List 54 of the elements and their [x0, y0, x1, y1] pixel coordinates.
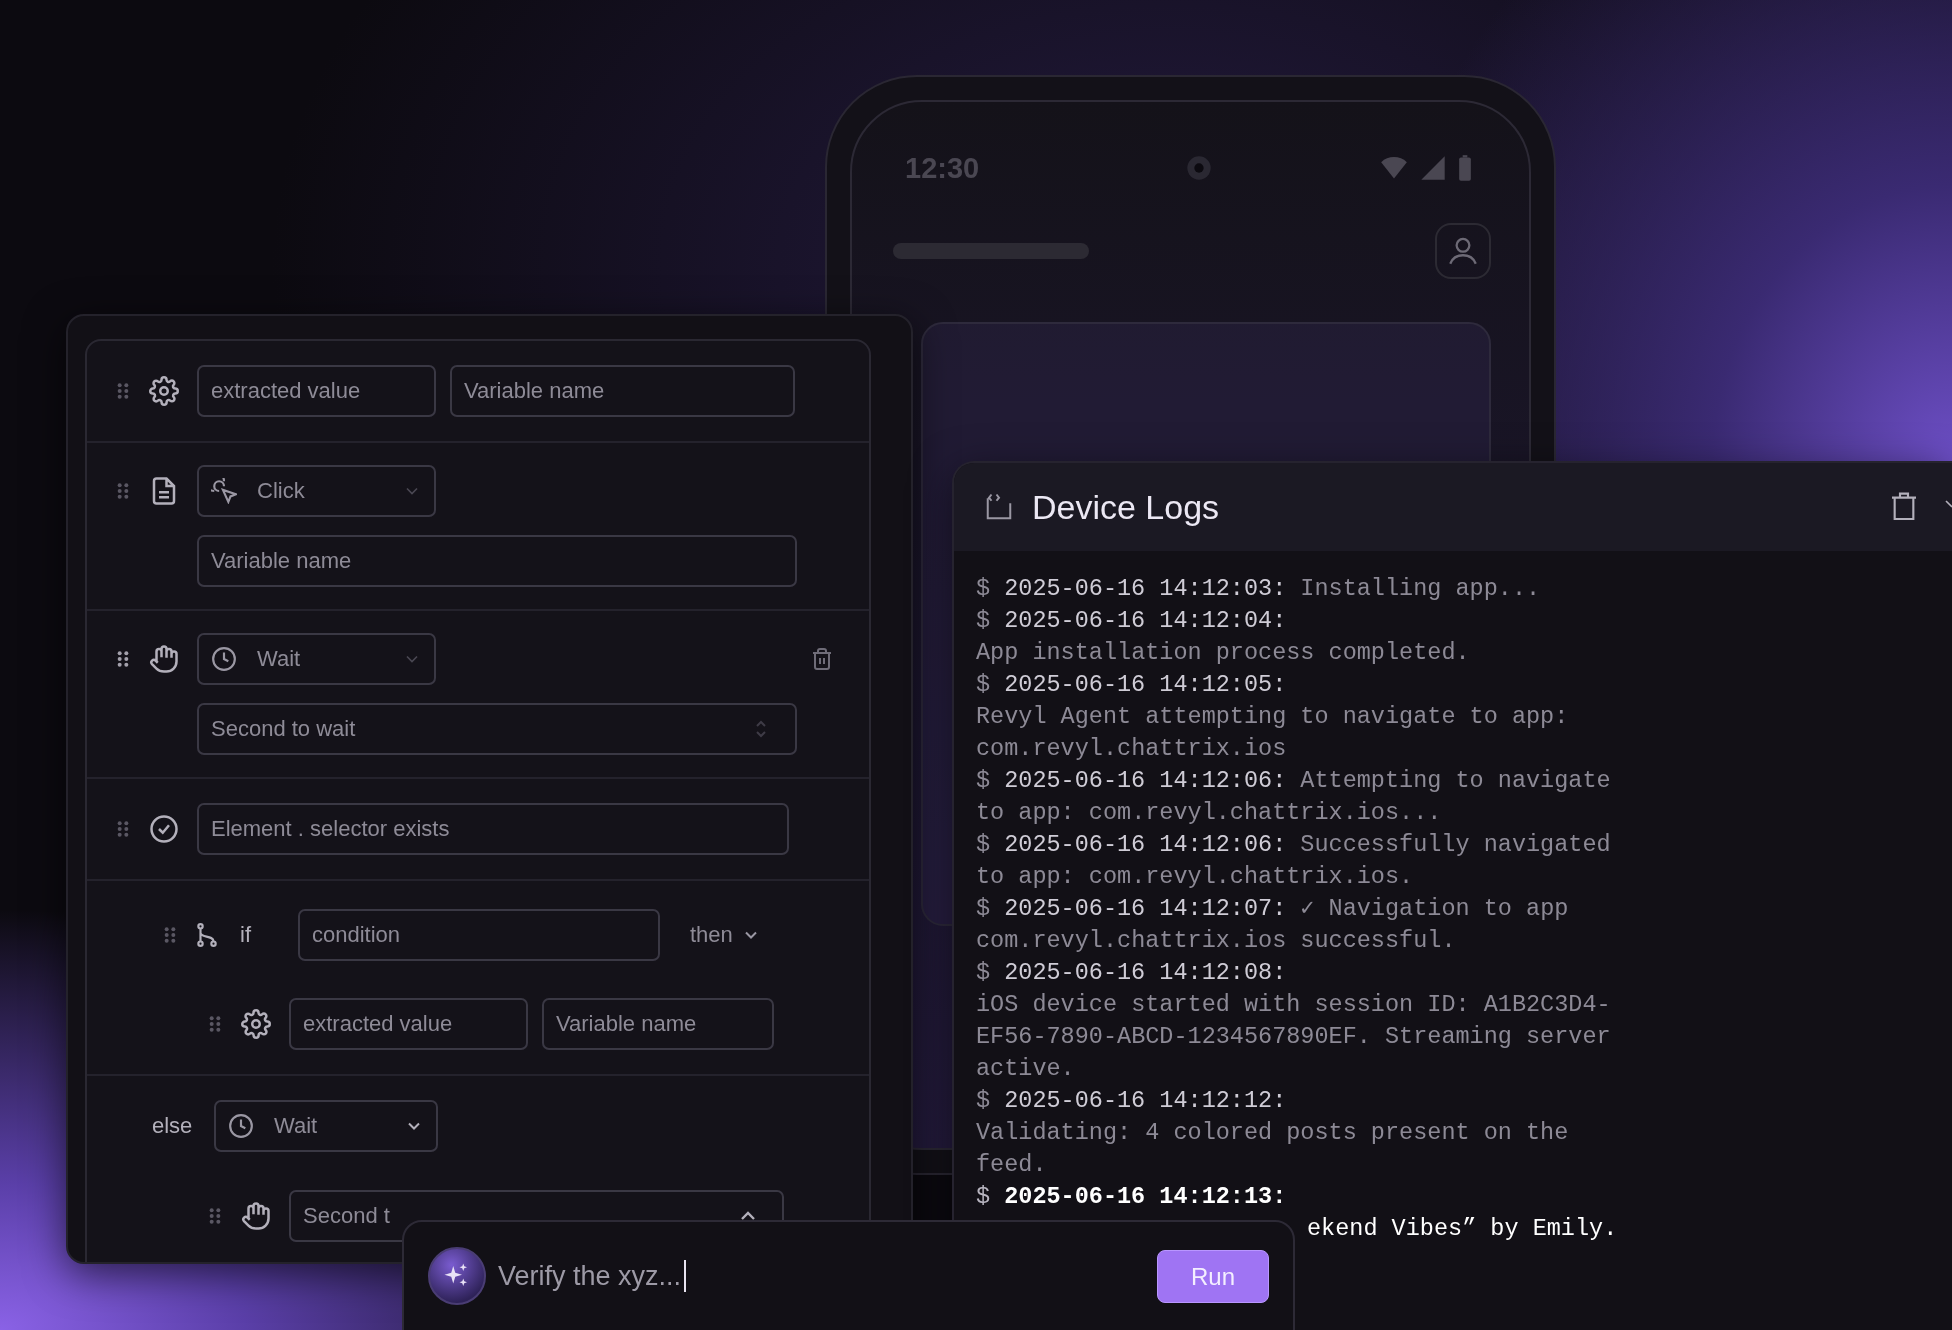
log-line: $ 2025-06-16 14:12:08:: [976, 958, 1287, 988]
log-line: $ 2025-06-16 14:12:12:: [976, 1086, 1287, 1116]
clock-icon: [228, 1113, 254, 1139]
if-label: if: [240, 922, 252, 948]
camera-icon: [1185, 154, 1213, 182]
battery-icon: [1457, 154, 1473, 182]
log-line: feed.: [976, 1150, 1047, 1180]
variable-name-field[interactable]: Variable name: [197, 535, 797, 587]
log-line: $ 2025-06-16 14:12:03: Installing app...: [976, 574, 1541, 604]
then-dropdown[interactable]: then: [690, 922, 761, 948]
log-line: Validating: 4 colored posts present on the: [976, 1118, 1569, 1148]
assertion-field[interactable]: Element . selector exists: [197, 803, 789, 855]
log-line: com.revyl.chattrix.ios: [976, 734, 1287, 764]
hand-icon: [149, 644, 179, 674]
branch-icon: [194, 922, 220, 948]
extracted-value-field[interactable]: extracted value: [197, 365, 436, 417]
log-line: EF56-7890-ABCD-1234567890EF. Streaming server: [976, 1022, 1611, 1052]
log-line: Revyl Agent attempting to navigate to app:: [976, 702, 1569, 732]
log-line: com.revyl.chattrix.ios successful.: [976, 926, 1456, 956]
log-line: $ 2025-06-16 14:12:13:: [976, 1182, 1287, 1212]
action-select[interactable]: Click: [197, 465, 436, 517]
else-label: else: [152, 1113, 194, 1139]
run-button[interactable]: Run: [1157, 1250, 1269, 1303]
log-line: $ 2025-06-16 14:12:04:: [976, 606, 1287, 636]
log-line: ekend Vibes” by Emily.: [1307, 1214, 1618, 1244]
log-line: iOS device started with session ID: A1B2C3D4-: [976, 990, 1611, 1020]
condition-field[interactable]: condition: [298, 909, 660, 961]
log-line: $ 2025-06-16 14:12:07: ✓ Navigation to app: [976, 894, 1569, 924]
extracted-value-field[interactable]: extracted value: [289, 998, 528, 1050]
delete-icon[interactable]: [810, 647, 834, 671]
variable-name-field[interactable]: Variable name: [450, 365, 795, 417]
action-select[interactable]: Wait: [214, 1100, 438, 1152]
gear-icon: [149, 376, 179, 406]
signal-icon: [1419, 154, 1447, 182]
panel-title: Device Logs: [1032, 487, 1220, 527]
log-line: active.: [976, 1054, 1075, 1084]
log-line: to app: com.revyl.chattrix.ios.: [976, 862, 1414, 892]
log-line: $ 2025-06-16 14:12:06: Attempting to navigate: [976, 766, 1611, 796]
hand-icon: [241, 1201, 271, 1231]
seconds-field[interactable]: Second to wait: [197, 703, 797, 755]
log-line: $ 2025-06-16 14:12:06: Successfully navigated: [976, 830, 1611, 860]
variable-name-field[interactable]: Variable name: [542, 998, 774, 1050]
prompt-input[interactable]: Verify the xyz...: [498, 1247, 1157, 1305]
log-line: to app: com.revyl.chattrix.ios...: [976, 798, 1442, 828]
log-line: App installation process completed.: [976, 638, 1470, 668]
log-line: $ 2025-06-16 14:12:05:: [976, 670, 1287, 700]
action-select[interactable]: Wait: [197, 633, 436, 685]
clock-icon: [211, 646, 237, 672]
text-cursor: [684, 1260, 687, 1292]
check-circle-icon: [149, 814, 179, 844]
code-window-icon: [984, 492, 1014, 522]
profile-button[interactable]: [1435, 223, 1491, 279]
click-icon: [211, 478, 237, 504]
gear-icon: [241, 1009, 271, 1039]
